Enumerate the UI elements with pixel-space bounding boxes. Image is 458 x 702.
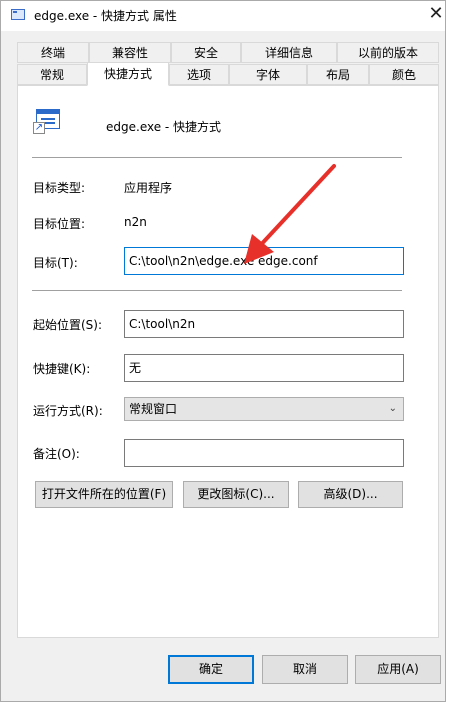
tab-options[interactable]: 选项 bbox=[169, 64, 229, 85]
hotkey-input[interactable]: 无 bbox=[124, 354, 404, 382]
window-title: edge.exe - 快捷方式 属性 bbox=[34, 9, 177, 23]
open-file-location-button[interactable]: 打开文件所在的位置(F) bbox=[35, 481, 173, 508]
change-icon-button[interactable]: 更改图标(C)... bbox=[183, 481, 289, 508]
run-label: 运行方式(R): bbox=[33, 404, 103, 418]
target-label: 目标(T): bbox=[33, 256, 78, 270]
tab-terminal[interactable]: 终端 bbox=[17, 42, 89, 63]
annotation-arrow-head bbox=[244, 234, 274, 264]
comment-label: 备注(O): bbox=[33, 447, 80, 461]
divider bbox=[32, 157, 402, 158]
target-type-label: 目标类型: bbox=[33, 181, 86, 195]
advanced-button[interactable]: 高级(D)... bbox=[298, 481, 403, 508]
tab-compatibility[interactable]: 兼容性 bbox=[89, 42, 171, 63]
comment-input[interactable] bbox=[124, 439, 404, 467]
shortcut-arrow-icon: ↗ bbox=[33, 122, 45, 134]
ok-button[interactable]: 确定 bbox=[168, 655, 254, 684]
tab-details[interactable]: 详细信息 bbox=[241, 42, 337, 63]
shortcut-name: edge.exe - 快捷方式 bbox=[106, 120, 222, 134]
tab-previous-versions[interactable]: 以前的版本 bbox=[337, 42, 439, 63]
cancel-button[interactable]: 取消 bbox=[262, 655, 348, 684]
target-location-label: 目标位置: bbox=[33, 217, 86, 231]
background-window-edge bbox=[446, 0, 458, 702]
target-location-value: n2n bbox=[124, 215, 147, 229]
target-type-value: 应用程序 bbox=[124, 181, 173, 195]
chevron-down-icon: ⌄ bbox=[388, 403, 397, 414]
annotation-arrow bbox=[244, 164, 336, 264]
hotkey-label: 快捷键(K): bbox=[33, 362, 91, 376]
tab-general[interactable]: 常规 bbox=[17, 64, 87, 85]
tab-font[interactable]: 字体 bbox=[229, 64, 307, 85]
annotation-arrow-shaft bbox=[254, 164, 336, 252]
tab-shortcut[interactable]: 快捷方式 bbox=[87, 62, 169, 86]
divider bbox=[32, 290, 402, 291]
apply-button[interactable]: 应用(A) bbox=[355, 655, 441, 684]
run-select[interactable]: 常规窗口 ⌄ bbox=[124, 397, 404, 421]
tab-layout[interactable]: 布局 bbox=[307, 64, 369, 85]
close-icon[interactable]: ✕ bbox=[426, 3, 446, 25]
start-in-input[interactable]: C:\tool\n2n bbox=[124, 310, 404, 338]
tab-colors[interactable]: 颜色 bbox=[369, 64, 439, 85]
tab-security[interactable]: 安全 bbox=[171, 42, 241, 63]
icon-line bbox=[41, 118, 55, 120]
start-in-label: 起始位置(S): bbox=[33, 318, 103, 332]
shortcut-app-icon: ↗ bbox=[33, 109, 61, 134]
window-app-icon bbox=[11, 9, 25, 20]
run-select-value: 常规窗口 bbox=[129, 402, 178, 416]
